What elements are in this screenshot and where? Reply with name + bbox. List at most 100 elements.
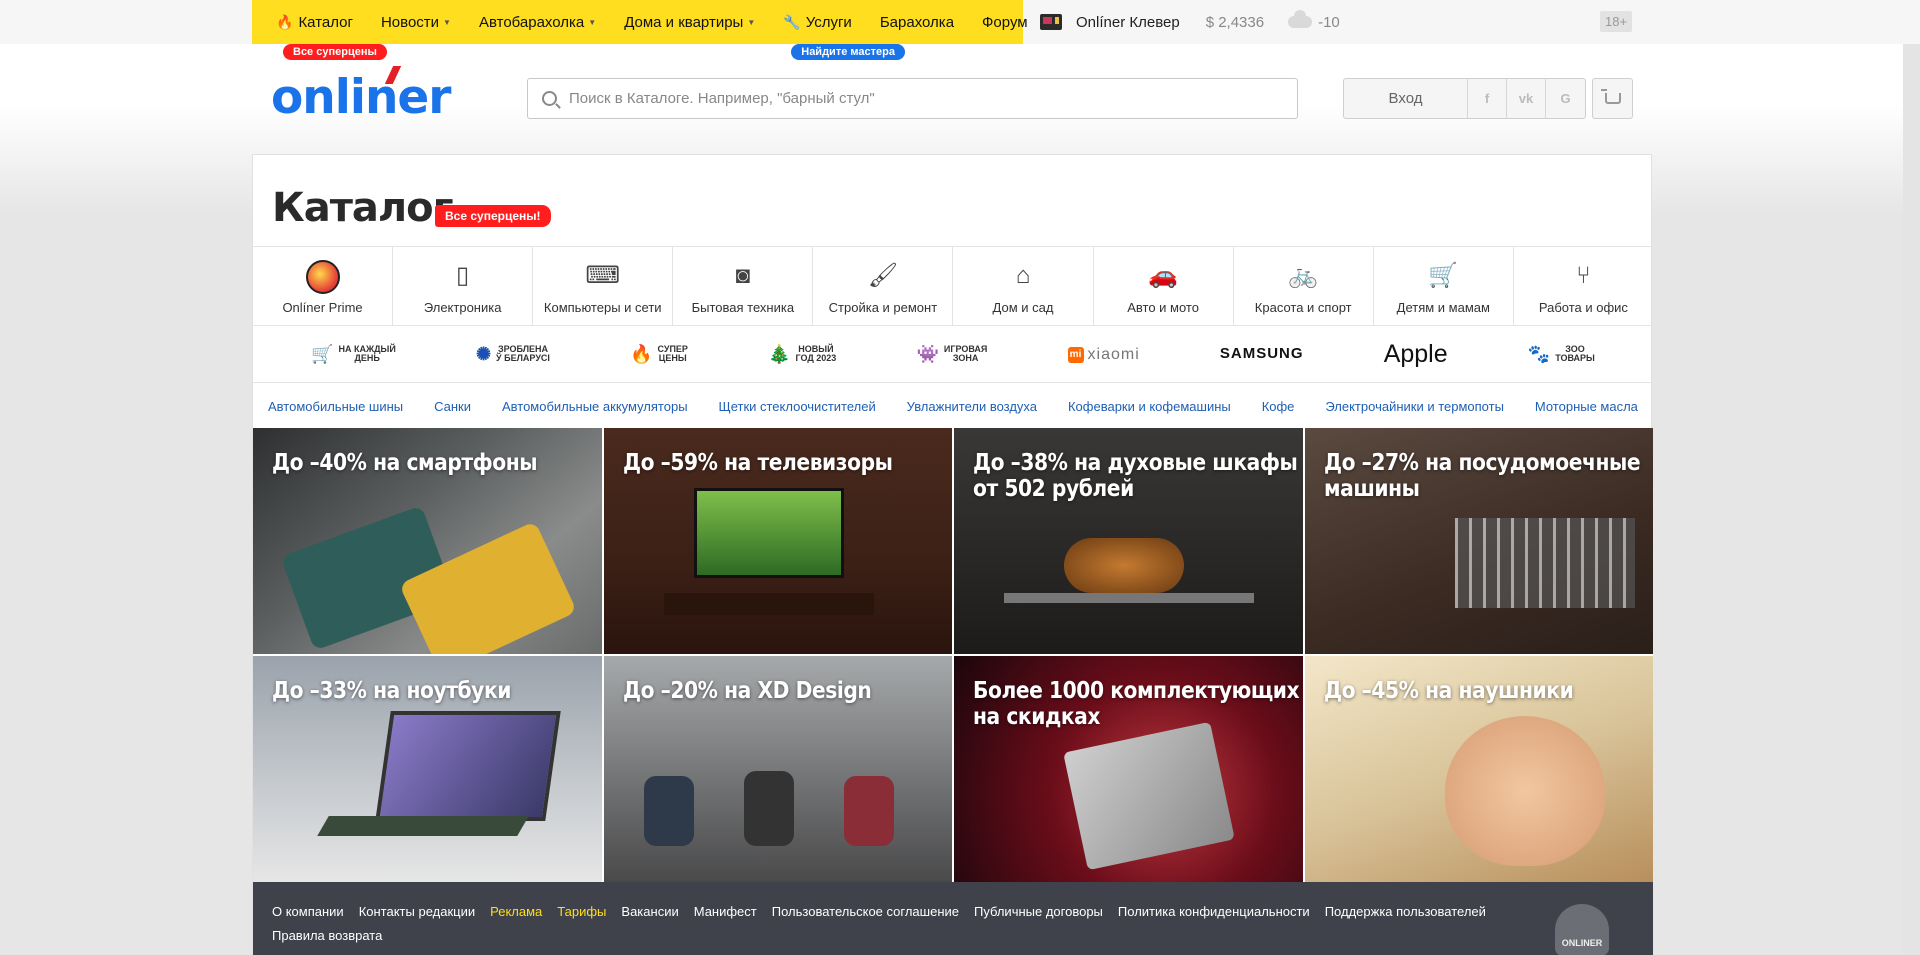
quick-link[interactable]: Щетки стеклоочистителей bbox=[719, 399, 876, 414]
promo-line: ЗОО bbox=[1565, 343, 1585, 354]
promo-super-prices[interactable]: 🔥 СУПЕР ЦЕНЫ bbox=[630, 344, 688, 365]
onliner-logo[interactable]: onliner bbox=[271, 70, 451, 125]
backpack-image bbox=[643, 776, 694, 846]
footer-link[interactable]: Правила возврата bbox=[272, 928, 382, 943]
category-construction[interactable]: 🖌 Стройка и ремонт bbox=[813, 247, 954, 325]
category-appliances[interactable]: ◙ Бытовая техника bbox=[673, 247, 814, 325]
superprice-badge[interactable]: Все суперцены bbox=[283, 43, 387, 60]
footer: О компании Контакты редакции Реклама Тар… bbox=[253, 882, 1653, 955]
promo-game-zone[interactable]: 👾 ИГРОВАЯ ЗОНА bbox=[916, 344, 987, 365]
footer-link[interactable]: Реклама bbox=[490, 904, 542, 919]
brand-label: SAMSUNG bbox=[1219, 345, 1304, 363]
nav-item-baraholka[interactable]: Барахолка bbox=[880, 14, 954, 31]
promo-zoo[interactable]: 🐾 ЗОО ТОВАРЫ bbox=[1528, 343, 1595, 365]
promo-line: НОВЫЙ bbox=[798, 343, 834, 354]
quick-link[interactable]: Кофе bbox=[1262, 399, 1295, 414]
promo-line: ЦЕНЫ bbox=[658, 353, 687, 364]
tile-title: До –27% на посудомоечные машины bbox=[1323, 450, 1641, 503]
promo-tile-smartphones[interactable]: До –40% на смартфоны bbox=[253, 428, 602, 654]
topbar-widgets: Onlíner Клевер $ 2,4336 -10 bbox=[1040, 0, 1340, 44]
promo-tile-headphones[interactable]: До –45% на наушники bbox=[1304, 656, 1653, 882]
promo-new-year[interactable]: 🎄 НОВЫЙ ГОД 2023 bbox=[768, 343, 836, 365]
promo-tile-ovens[interactable]: До –38% на духовые шкафы от 502 рублей bbox=[954, 428, 1303, 654]
washing-machine-icon: ◙ bbox=[735, 262, 751, 289]
nav-item-auto[interactable]: Автобарахолка ▼ bbox=[479, 14, 596, 31]
promo-line: ДЕНЬ bbox=[354, 353, 380, 364]
nav-item-realty[interactable]: Дома и квартиры ▼ bbox=[624, 14, 755, 31]
oven-tray bbox=[1004, 593, 1254, 603]
tile-title: До –20% на XD Design bbox=[622, 678, 872, 704]
category-kids[interactable]: 🛒 Детям и мамам bbox=[1374, 247, 1514, 325]
footer-link[interactable]: О компании bbox=[272, 904, 344, 919]
page-title: Каталог bbox=[272, 185, 454, 231]
facebook-icon[interactable]: f bbox=[1468, 79, 1507, 118]
wrench-icon: 🔧 bbox=[783, 13, 801, 30]
footer-link[interactable]: Публичные договоры bbox=[974, 904, 1103, 919]
clever-link[interactable]: Onlíner Клевер bbox=[1076, 14, 1180, 31]
promo-tile-components[interactable]: Более 1000 комплектующих на скидках bbox=[954, 656, 1303, 882]
promo-xiaomi[interactable]: mi xiaomi bbox=[1067, 346, 1140, 364]
promo-made-in-belarus[interactable]: ✺ ЗРОБЛЕНА Ў БЕЛАРУСІ bbox=[476, 344, 550, 365]
nav-item-forum[interactable]: Форум bbox=[982, 14, 1028, 31]
nav-label: Форум bbox=[982, 13, 1028, 31]
google-icon[interactable]: G bbox=[1546, 79, 1585, 118]
tv-icon bbox=[1040, 14, 1062, 30]
promo-tile-xd-design[interactable]: До –20% на XD Design bbox=[603, 656, 952, 882]
age-rating-badge: 18+ bbox=[1600, 11, 1633, 32]
category-label: Работа и офис bbox=[1538, 300, 1628, 315]
quick-link[interactable]: Автомобильные шины bbox=[268, 399, 403, 414]
category-label: Красота и спорт bbox=[1254, 300, 1352, 315]
prime-icon bbox=[305, 260, 340, 294]
category-computers[interactable]: ⌨ Компьютеры и сети bbox=[533, 247, 674, 325]
login-button[interactable]: Вход bbox=[1344, 79, 1468, 118]
scrollbar-track[interactable] bbox=[1903, 0, 1920, 955]
fire-icon: 🔥 bbox=[276, 13, 294, 30]
promo-every-day[interactable]: 🛒 НА КАЖДЫЙ ДЕНЬ bbox=[311, 343, 396, 365]
bicycle-icon: 🚲 bbox=[1288, 262, 1319, 289]
nav-item-news[interactable]: Новости ▼ bbox=[381, 14, 451, 31]
promo-line: НА КАЖДЫЙ bbox=[338, 343, 396, 354]
category-auto-moto[interactable]: 🚗 Авто и мото bbox=[1094, 247, 1234, 325]
promo-tile-tv[interactable]: До –59% на телевизоры bbox=[603, 428, 952, 654]
quick-links: Автомобильные шины Санки Автомобильные а… bbox=[253, 384, 1653, 428]
tile-title: До –40% на смартфоны bbox=[272, 450, 538, 476]
nav-item-catalog[interactable]: 🔥 Каталог Все суперцены bbox=[276, 13, 387, 60]
find-master-badge[interactable]: Найдите мастера bbox=[791, 43, 905, 60]
quick-link[interactable]: Электрочайники и термопоты bbox=[1325, 399, 1504, 414]
superprice-badge[interactable]: Все суперцены! bbox=[435, 205, 551, 227]
currency-rate[interactable]: $ 2,4336 bbox=[1206, 14, 1264, 31]
search-bar[interactable] bbox=[527, 78, 1298, 119]
footer-link[interactable]: Контакты редакции bbox=[359, 904, 475, 919]
footer-link[interactable]: Пользовательское соглашение bbox=[772, 904, 959, 919]
footer-link[interactable]: Политика конфиденциальности bbox=[1118, 904, 1310, 919]
weather-temperature[interactable]: -10 bbox=[1318, 14, 1340, 31]
laptop-base bbox=[317, 816, 529, 836]
main-nav: 🔥 Каталог Все суперцены Новости ▼ Автоба… bbox=[252, 0, 1028, 60]
promo-tile-laptops[interactable]: До –33% на ноутбуки bbox=[253, 656, 602, 882]
footer-link[interactable]: Поддержка пользователей bbox=[1325, 904, 1486, 919]
promo-line: Ў БЕЛАРУСІ bbox=[496, 353, 550, 364]
promo-samsung[interactable]: SAMSUNG bbox=[1220, 346, 1304, 363]
quick-link[interactable]: Санки bbox=[434, 399, 471, 414]
search-input[interactable] bbox=[569, 90, 1269, 107]
footer-link[interactable]: Тарифы bbox=[557, 904, 606, 919]
footer-link[interactable]: Вакансии bbox=[621, 904, 678, 919]
footer-link[interactable]: Манифест bbox=[694, 904, 757, 919]
tile-title: Более 1000 комплектующих на скидках bbox=[973, 678, 1300, 731]
quick-link[interactable]: Кофеварки и кофемашины bbox=[1068, 399, 1231, 414]
cart-button[interactable] bbox=[1592, 78, 1633, 119]
category-electronics[interactable]: ▯ Электроника bbox=[393, 247, 534, 325]
category-office[interactable]: ⑂ Работа и офис bbox=[1514, 247, 1653, 325]
quick-link[interactable]: Моторные масла bbox=[1535, 399, 1638, 414]
promo-tile-dishwashers[interactable]: До –27% на посудомоечные машины bbox=[1304, 428, 1653, 654]
promo-line: ТОВАРЫ bbox=[1555, 353, 1595, 364]
promo-apple[interactable]: Apple bbox=[1384, 340, 1448, 369]
catalog-panel: Каталог Все суперцены! Onlíner Prime ▯ Э… bbox=[252, 154, 1653, 955]
category-onliner-prime[interactable]: Onlíner Prime bbox=[253, 247, 394, 325]
vk-icon[interactable]: vk bbox=[1507, 79, 1546, 118]
quick-link[interactable]: Автомобильные аккумуляторы bbox=[502, 399, 688, 414]
nav-item-services[interactable]: 🔧 Услуги Найдите мастера bbox=[783, 13, 905, 60]
quick-link[interactable]: Увлажнители воздуха bbox=[907, 399, 1037, 414]
category-home-garden[interactable]: ⌂ Дом и сад bbox=[953, 247, 1094, 325]
category-beauty-sport[interactable]: 🚲 Красота и спорт bbox=[1234, 247, 1374, 325]
